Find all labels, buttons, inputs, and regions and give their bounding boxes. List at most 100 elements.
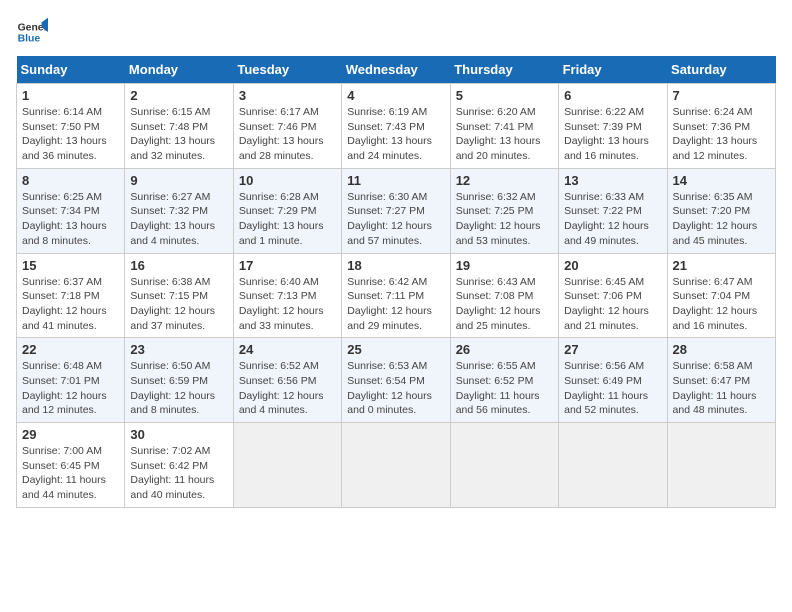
week-row-4: 22 Sunrise: 6:48 AM Sunset: 7:01 PM Dayli…: [17, 338, 776, 423]
day-info: Sunrise: 6:25 AM Sunset: 7:34 PM Dayligh…: [22, 190, 119, 249]
day-cell: 4 Sunrise: 6:19 AM Sunset: 7:43 PM Daylig…: [342, 84, 450, 169]
day-info: Sunrise: 6:20 AM Sunset: 7:41 PM Dayligh…: [456, 105, 553, 164]
day-cell: 9Sunrise: 6:27 AM Sunset: 7:32 PM Daylig…: [125, 168, 233, 253]
day-number: 22: [22, 342, 119, 357]
day-number: 25: [347, 342, 444, 357]
day-cell: 26 Sunrise: 6:55 AM Sunset: 6:52 PM Dayli…: [450, 338, 558, 423]
col-header-saturday: Saturday: [667, 56, 775, 84]
day-info: Sunrise: 6:50 AM Sunset: 6:59 PM Dayligh…: [130, 359, 227, 418]
day-number: 26: [456, 342, 553, 357]
col-header-monday: Monday: [125, 56, 233, 84]
day-cell: 28 Sunrise: 6:58 AM Sunset: 6:47 PM Dayli…: [667, 338, 775, 423]
day-cell: 6 Sunrise: 6:22 AM Sunset: 7:39 PM Daylig…: [559, 84, 667, 169]
day-cell: 7Sunrise: 6:24 AM Sunset: 7:36 PM Daylig…: [667, 84, 775, 169]
day-number: 14: [673, 173, 770, 188]
day-number: 19: [456, 258, 553, 273]
day-cell: 25 Sunrise: 6:53 AM Sunset: 6:54 PM Dayli…: [342, 338, 450, 423]
week-row-3: 15 Sunrise: 6:37 AM Sunset: 7:18 PM Dayli…: [17, 253, 776, 338]
day-number: 23: [130, 342, 227, 357]
day-info: Sunrise: 6:53 AM Sunset: 6:54 PM Dayligh…: [347, 359, 444, 418]
day-info: Sunrise: 6:45 AM Sunset: 7:06 PM Dayligh…: [564, 275, 661, 334]
day-number: 15: [22, 258, 119, 273]
day-number: 20: [564, 258, 661, 273]
svg-text:Blue: Blue: [18, 34, 41, 45]
logo-icon: General Blue: [16, 16, 48, 48]
day-number: 16: [130, 258, 227, 273]
day-info: Sunrise: 6:33 AM Sunset: 7:22 PM Dayligh…: [564, 190, 661, 249]
col-header-sunday: Sunday: [17, 56, 125, 84]
day-cell: 10 Sunrise: 6:28 AM Sunset: 7:29 PM Dayli…: [233, 168, 341, 253]
day-cell: 18 Sunrise: 6:42 AM Sunset: 7:11 PM Dayli…: [342, 253, 450, 338]
page-header: General Blue: [16, 16, 776, 48]
day-cell: [667, 423, 775, 508]
day-number: 13: [564, 173, 661, 188]
day-number: 17: [239, 258, 336, 273]
day-number: 21: [673, 258, 770, 273]
day-number: 12: [456, 173, 553, 188]
day-info: Sunrise: 7:00 AM Sunset: 6:45 PM Dayligh…: [22, 444, 119, 503]
logo: General Blue: [16, 16, 48, 48]
day-number: 10: [239, 173, 336, 188]
day-cell: 16Sunrise: 6:38 AM Sunset: 7:15 PM Dayli…: [125, 253, 233, 338]
day-info: Sunrise: 6:47 AM Sunset: 7:04 PM Dayligh…: [673, 275, 770, 334]
day-info: Sunrise: 7:02 AM Sunset: 6:42 PM Dayligh…: [130, 444, 227, 503]
day-info: Sunrise: 6:35 AM Sunset: 7:20 PM Dayligh…: [673, 190, 770, 249]
day-cell: 3Sunrise: 6:17 AM Sunset: 7:46 PM Daylig…: [233, 84, 341, 169]
day-info: Sunrise: 6:37 AM Sunset: 7:18 PM Dayligh…: [22, 275, 119, 334]
day-number: 24: [239, 342, 336, 357]
day-cell: 8 Sunrise: 6:25 AM Sunset: 7:34 PM Daylig…: [17, 168, 125, 253]
day-cell: 14 Sunrise: 6:35 AM Sunset: 7:20 PM Dayli…: [667, 168, 775, 253]
day-number: 28: [673, 342, 770, 357]
day-number: 3: [239, 88, 336, 103]
day-info: Sunrise: 6:55 AM Sunset: 6:52 PM Dayligh…: [456, 359, 553, 418]
week-row-1: 1Sunrise: 6:14 AM Sunset: 7:50 PM Daylig…: [17, 84, 776, 169]
day-number: 11: [347, 173, 444, 188]
day-cell: [450, 423, 558, 508]
week-row-5: 29 Sunrise: 7:00 AM Sunset: 6:45 PM Dayli…: [17, 423, 776, 508]
day-info: Sunrise: 6:43 AM Sunset: 7:08 PM Dayligh…: [456, 275, 553, 334]
week-row-2: 8 Sunrise: 6:25 AM Sunset: 7:34 PM Daylig…: [17, 168, 776, 253]
day-cell: 13 Sunrise: 6:33 AM Sunset: 7:22 PM Dayli…: [559, 168, 667, 253]
day-cell: 23 Sunrise: 6:50 AM Sunset: 6:59 PM Dayli…: [125, 338, 233, 423]
day-cell: 30 Sunrise: 7:02 AM Sunset: 6:42 PM Dayli…: [125, 423, 233, 508]
col-header-wednesday: Wednesday: [342, 56, 450, 84]
day-info: Sunrise: 6:56 AM Sunset: 6:49 PM Dayligh…: [564, 359, 661, 418]
day-number: 18: [347, 258, 444, 273]
day-cell: 29 Sunrise: 7:00 AM Sunset: 6:45 PM Dayli…: [17, 423, 125, 508]
day-cell: [342, 423, 450, 508]
day-cell: 2 Sunrise: 6:15 AM Sunset: 7:48 PM Daylig…: [125, 84, 233, 169]
day-info: Sunrise: 6:32 AM Sunset: 7:25 PM Dayligh…: [456, 190, 553, 249]
day-cell: 15 Sunrise: 6:37 AM Sunset: 7:18 PM Dayli…: [17, 253, 125, 338]
day-info: Sunrise: 6:42 AM Sunset: 7:11 PM Dayligh…: [347, 275, 444, 334]
day-number: 4: [347, 88, 444, 103]
day-cell: 19 Sunrise: 6:43 AM Sunset: 7:08 PM Dayli…: [450, 253, 558, 338]
day-cell: 12 Sunrise: 6:32 AM Sunset: 7:25 PM Dayli…: [450, 168, 558, 253]
day-info: Sunrise: 6:28 AM Sunset: 7:29 PM Dayligh…: [239, 190, 336, 249]
day-number: 29: [22, 427, 119, 442]
day-cell: 17Sunrise: 6:40 AM Sunset: 7:13 PM Dayli…: [233, 253, 341, 338]
day-number: 2: [130, 88, 227, 103]
day-info: Sunrise: 6:19 AM Sunset: 7:43 PM Dayligh…: [347, 105, 444, 164]
day-info: Sunrise: 6:24 AM Sunset: 7:36 PM Dayligh…: [673, 105, 770, 164]
day-info: Sunrise: 6:52 AM Sunset: 6:56 PM Dayligh…: [239, 359, 336, 418]
day-info: Sunrise: 6:58 AM Sunset: 6:47 PM Dayligh…: [673, 359, 770, 418]
day-cell: 24 Sunrise: 6:52 AM Sunset: 6:56 PM Dayli…: [233, 338, 341, 423]
day-cell: 1Sunrise: 6:14 AM Sunset: 7:50 PM Daylig…: [17, 84, 125, 169]
day-number: 30: [130, 427, 227, 442]
day-cell: 20 Sunrise: 6:45 AM Sunset: 7:06 PM Dayli…: [559, 253, 667, 338]
day-number: 27: [564, 342, 661, 357]
day-cell: 11 Sunrise: 6:30 AM Sunset: 7:27 PM Dayli…: [342, 168, 450, 253]
day-number: 6: [564, 88, 661, 103]
day-info: Sunrise: 6:27 AM Sunset: 7:32 PM Dayligh…: [130, 190, 227, 249]
day-info: Sunrise: 6:30 AM Sunset: 7:27 PM Dayligh…: [347, 190, 444, 249]
day-number: 5: [456, 88, 553, 103]
day-info: Sunrise: 6:48 AM Sunset: 7:01 PM Dayligh…: [22, 359, 119, 418]
col-header-friday: Friday: [559, 56, 667, 84]
day-cell: [233, 423, 341, 508]
day-number: 8: [22, 173, 119, 188]
day-info: Sunrise: 6:15 AM Sunset: 7:48 PM Dayligh…: [130, 105, 227, 164]
day-info: Sunrise: 6:22 AM Sunset: 7:39 PM Dayligh…: [564, 105, 661, 164]
col-header-tuesday: Tuesday: [233, 56, 341, 84]
calendar-table: SundayMondayTuesdayWednesdayThursdayFrid…: [16, 56, 776, 508]
col-header-thursday: Thursday: [450, 56, 558, 84]
